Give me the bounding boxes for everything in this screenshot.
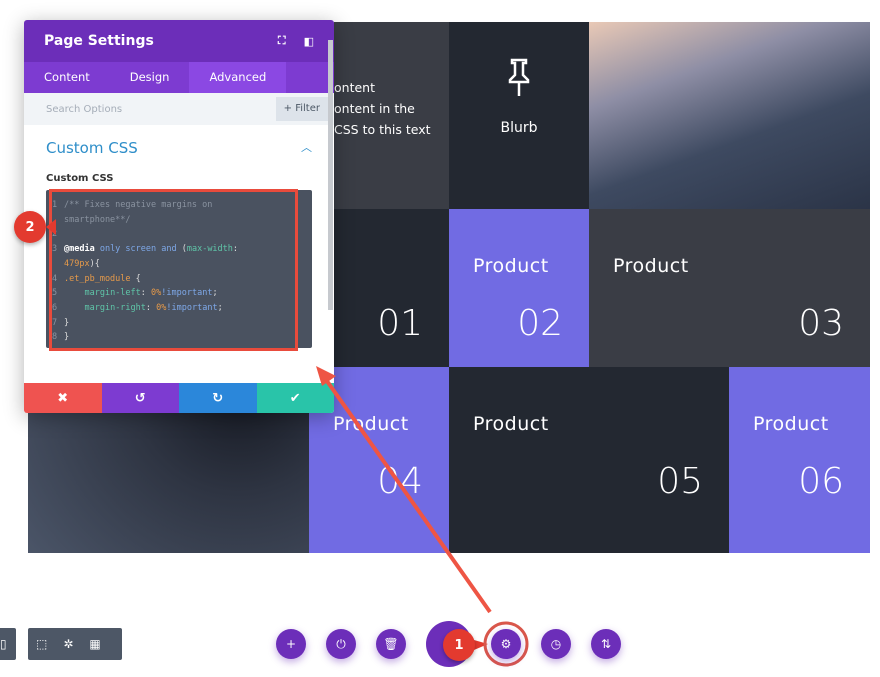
settings-icon: ⚙ [500, 637, 512, 651]
view-mode-toolbar: ▯ [0, 628, 16, 660]
grid-view-icon[interactable]: ▦ [81, 637, 108, 651]
add-button[interactable]: + [276, 629, 306, 659]
portability-icon: ⇅ [600, 637, 612, 651]
annotation-arrows [46, 219, 529, 667]
add-icon: + [285, 637, 297, 651]
trash-icon: 🗑 [383, 637, 399, 651]
power-icon: ⏻ [336, 636, 346, 651]
power-button[interactable]: ⏻ [326, 629, 356, 659]
portability-button[interactable]: ⇅ [591, 629, 621, 659]
history-icon: ◷ [550, 637, 562, 651]
history-button[interactable]: ◷ [541, 629, 571, 659]
builder-mode-toolbar: ⬚ ✲ ▦ [28, 628, 122, 660]
click-mode-icon[interactable]: ✲ [55, 637, 81, 651]
step-badge-1: 1 [443, 629, 475, 661]
trash-button[interactable]: 🗑 [376, 629, 406, 659]
select-icon[interactable]: ⬚ [28, 637, 55, 651]
settings-button[interactable]: ⚙ [491, 629, 521, 659]
phone-view-icon[interactable]: ▯ [0, 637, 15, 651]
